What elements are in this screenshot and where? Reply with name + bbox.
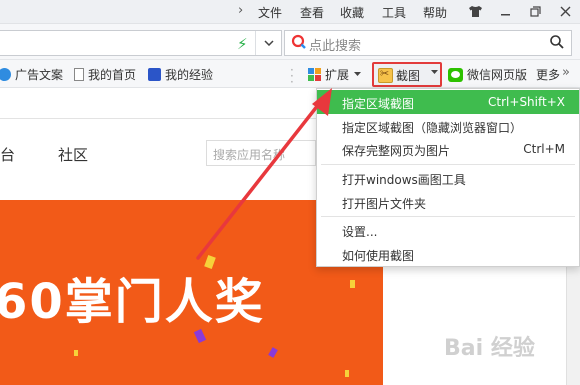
bookmark-ad-copy[interactable]: 广告文案	[0, 66, 63, 83]
menu-tools[interactable]: 工具	[382, 4, 406, 21]
bookmarks-bar: 广告文案 我的首页 我的经验 · · · 扩展 微信网页版 更多 »	[0, 60, 580, 88]
address-bar[interactable]: ⚡	[0, 30, 282, 56]
screenshot-label: 截图	[396, 69, 421, 83]
window-controls	[460, 0, 580, 22]
speed-mode-bolt-icon[interactable]: ⚡	[237, 35, 248, 53]
nav-link-platform[interactable]: 台	[0, 144, 15, 165]
close-icon[interactable]	[550, 0, 580, 22]
menu-item-shortcut: Ctrl+Shift+X	[488, 95, 565, 109]
screenshot-button[interactable]: 截图	[372, 62, 442, 87]
baidu-jingyan-watermark: Bai 经验	[444, 336, 535, 361]
menu-item-capture-region[interactable]: 指定区域截图 Ctrl+Shift+X	[317, 90, 579, 114]
app-search-input[interactable]: 搜索应用名称	[206, 140, 316, 166]
wechat-web-button[interactable]: 微信网页版	[448, 66, 527, 83]
bookmark-label: 我的首页	[88, 68, 137, 82]
menu-item-label: 指定区域截图	[342, 97, 415, 111]
extensions-label: 扩展	[325, 68, 350, 82]
restore-icon[interactable]	[520, 0, 550, 22]
menu-item-label: 打开windows画图工具	[342, 173, 466, 187]
scissors-icon	[378, 67, 393, 83]
extensions-grid-icon	[308, 68, 321, 81]
globe-icon	[0, 68, 11, 81]
menu-item-label: 如何使用截图	[342, 249, 415, 263]
extensions-button[interactable]: 扩展	[308, 66, 362, 83]
confetti-decoration	[74, 350, 78, 356]
menu-favorites[interactable]: 收藏	[340, 4, 364, 21]
menu-item-label: 设置...	[342, 225, 378, 239]
toolbar-grip-icon: · · ·	[290, 63, 294, 89]
menu-item-shortcut: Ctrl+M	[523, 142, 565, 156]
nav-link-community[interactable]: 社区	[58, 144, 88, 165]
menu-item-save-page-as-image[interactable]: 保存完整网页为图片 Ctrl+M	[317, 137, 579, 161]
menu-item-open-paint[interactable]: 打开windows画图工具	[317, 166, 579, 190]
address-dropdown-chevron-icon[interactable]	[255, 31, 281, 55]
menu-item-how-to-use[interactable]: 如何使用截图	[317, 242, 579, 266]
screenshot-dropdown-icon[interactable]	[431, 70, 438, 75]
page-icon	[74, 68, 84, 81]
more-button[interactable]: 更多	[536, 66, 560, 83]
menu-bar: › 文件 查看 收藏 工具 帮助	[0, 0, 580, 24]
app-search-placeholder: 搜索应用名称	[213, 148, 286, 162]
bookmark-my-experience[interactable]: 我的经验	[148, 66, 213, 83]
search-engine-logo-icon[interactable]	[291, 34, 307, 50]
extensions-dropdown-icon	[354, 72, 362, 76]
baidu-paw-icon	[148, 68, 161, 81]
menu-item-label: 保存完整网页为图片	[342, 144, 451, 158]
address-toolbar: ⚡ 点此搜索	[0, 24, 580, 60]
wechat-icon	[448, 67, 463, 82]
more-chevron-icon[interactable]: »	[562, 65, 570, 80]
menu-item-capture-region-hide-browser[interactable]: 指定区域截图（隐藏浏览器窗口）	[317, 114, 579, 138]
menu-separator	[321, 216, 575, 217]
menu-item-label: 指定区域截图（隐藏浏览器窗口）	[342, 121, 523, 135]
confetti-decoration	[345, 370, 349, 377]
search-box[interactable]: 点此搜索	[284, 30, 572, 56]
banner-title: 60掌门人奖	[0, 274, 265, 330]
confetti-decoration	[350, 280, 355, 288]
search-icon[interactable]	[549, 34, 565, 50]
menu-item-open-image-folder[interactable]: 打开图片文件夹	[317, 190, 579, 214]
bookmark-label: 广告文案	[15, 68, 64, 82]
search-input[interactable]: 点此搜索	[309, 35, 361, 54]
menu-file[interactable]: 文件	[258, 4, 282, 21]
menu-item-settings[interactable]: 设置...	[317, 218, 579, 242]
menu-chevron-icon[interactable]: ›	[238, 3, 243, 18]
menu-view[interactable]: 查看	[300, 4, 324, 21]
wechat-label: 微信网页版	[467, 68, 528, 82]
minimize-icon[interactable]	[490, 0, 520, 22]
bookmark-my-homepage[interactable]: 我的首页	[74, 66, 136, 83]
menu-item-label: 打开图片文件夹	[342, 197, 427, 211]
bookmark-label: 我的经验	[165, 68, 214, 82]
menu-separator	[321, 164, 575, 165]
menu-help[interactable]: 帮助	[423, 4, 447, 21]
screenshot-dropdown-menu: 指定区域截图 Ctrl+Shift+X 指定区域截图（隐藏浏览器窗口） 保存完整…	[316, 88, 580, 267]
skin-shirt-icon[interactable]	[460, 0, 490, 22]
confetti-decoration	[268, 347, 278, 358]
